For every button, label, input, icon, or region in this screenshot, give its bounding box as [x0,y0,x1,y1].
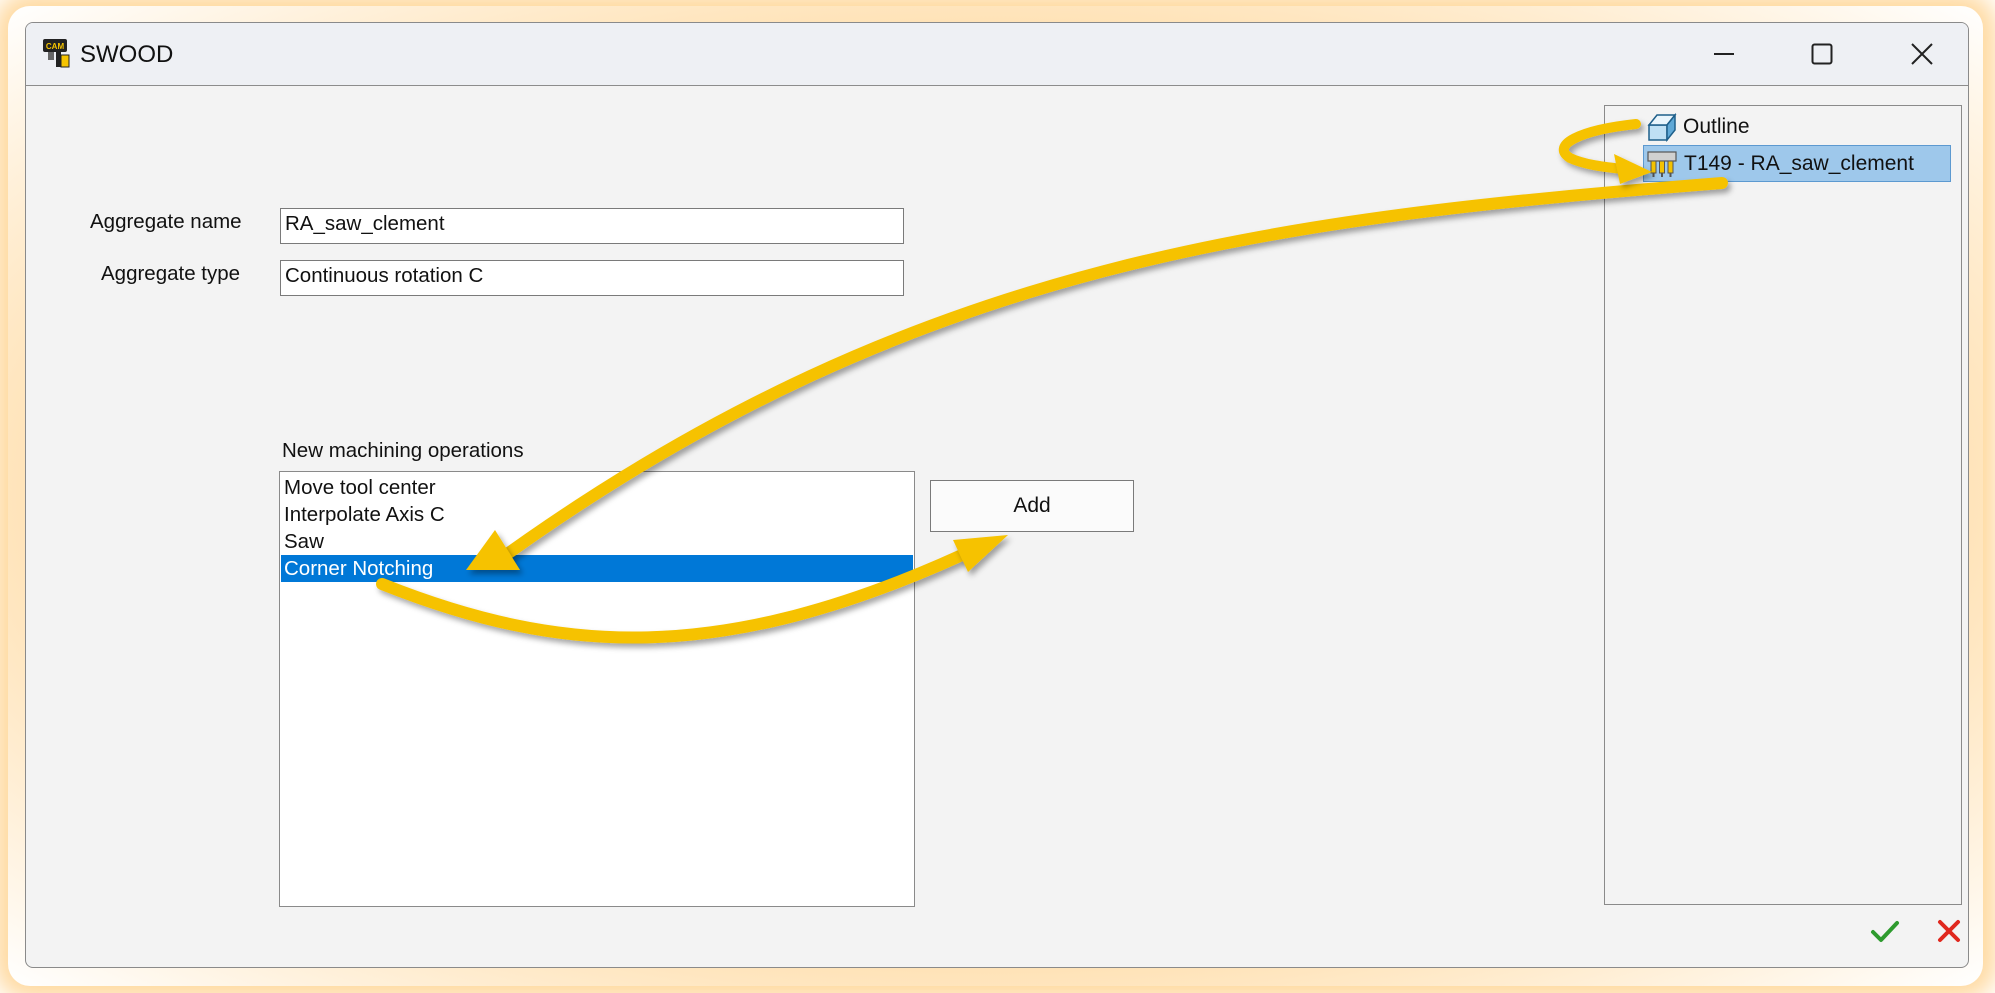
tree-item-outline[interactable]: Outline [1643,108,1750,145]
svg-text:CAM: CAM [46,42,65,51]
swood-cam-icon: CAM [43,39,70,68]
close-icon [1911,43,1933,65]
close-button[interactable] [1874,23,1968,85]
swood-dialog: CAM SWOOD Aggregate name RA_saw_clement … [25,22,1969,968]
minimize-icon [1714,53,1734,55]
tree-item-label: T149 - RA_saw_clement [1684,151,1914,175]
aggregate-type-label: Aggregate type [101,262,241,285]
aggregate-tool-icon [1647,150,1677,177]
minimize-button[interactable] [1676,23,1772,85]
title-bar: CAM SWOOD [26,23,1968,86]
checkmark-icon[interactable] [1869,915,1901,947]
cross-icon[interactable] [1933,915,1965,947]
outline-box-icon [1647,112,1677,142]
aggregate-name-field[interactable]: RA_saw_clement [280,208,904,244]
list-item[interactable]: Saw [281,528,913,555]
list-item-selected[interactable]: Corner Notching [281,555,913,582]
tree-item-aggregate[interactable]: T149 - RA_saw_clement [1643,145,1951,182]
add-button[interactable]: Add [930,480,1134,532]
aggregate-type-field[interactable]: Continuous rotation C [280,260,904,296]
operations-label: New machining operations [282,439,524,462]
list-item[interactable]: Move tool center [281,474,913,501]
tool-tree: Outline T149 - RA_saw_clement [1604,105,1962,905]
aggregate-name-label: Aggregate name [90,210,242,233]
maximize-button[interactable] [1774,23,1870,85]
tree-item-label: Outline [1683,114,1750,138]
operations-list[interactable]: Move tool center Interpolate Axis C Saw … [279,471,915,907]
maximize-icon [1811,43,1833,65]
list-item[interactable]: Interpolate Axis C [281,501,913,528]
window-title: SWOOD [80,41,174,68]
